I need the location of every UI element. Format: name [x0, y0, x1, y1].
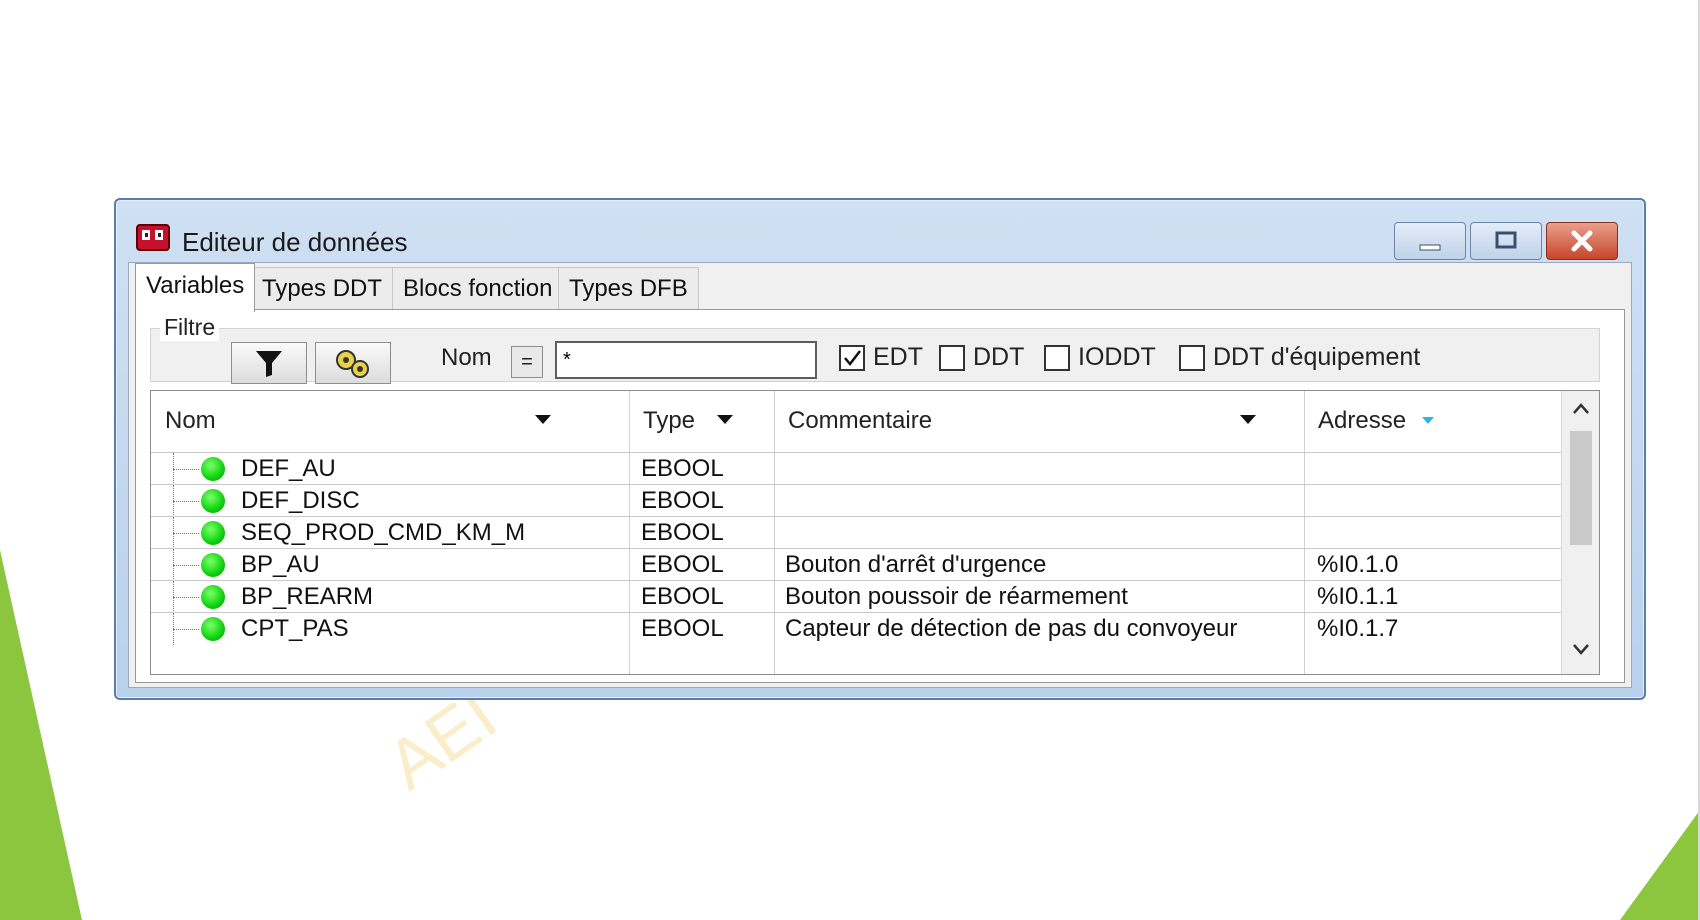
cell-type: EBOOL: [641, 583, 724, 610]
tree-connector: [173, 501, 199, 502]
tree-connector: [173, 533, 199, 534]
checkbox-ioddt-box[interactable]: [1044, 345, 1070, 371]
cell-type: EBOOL: [641, 455, 724, 482]
chevron-up-icon[interactable]: [1571, 401, 1591, 417]
checkbox-edt-box[interactable]: [839, 345, 865, 371]
cell-type: EBOOL: [641, 519, 724, 546]
column-header-type[interactable]: Type: [629, 391, 774, 451]
sort-arrow-icon[interactable]: [533, 409, 553, 429]
column-header-commentaire[interactable]: Commentaire: [774, 391, 1304, 451]
window-title: Editeur de données: [182, 227, 408, 257]
chevron-down-icon[interactable]: [1571, 641, 1591, 657]
checkbox-ddt-box[interactable]: [939, 345, 965, 371]
cell-nom: DEF_DISC: [241, 487, 360, 514]
status-dot-icon: [201, 617, 225, 641]
checkbox-ddt-equipement-box[interactable]: [1179, 345, 1205, 371]
cell-type: EBOOL: [641, 487, 724, 514]
tree-connector: [173, 469, 199, 470]
tab-types-ddt[interactable]: Types DDT: [251, 267, 394, 310]
gears-icon: [336, 350, 369, 378]
checkbox-ioddt-label: IODDT: [1078, 343, 1156, 371]
sort-arrow-active-icon[interactable]: [1418, 409, 1438, 429]
variables-table: Nom Type Commentaire Adresse DEF_AU EBOO…: [150, 390, 1600, 675]
table-row[interactable]: BP_REARM EBOOL Bouton poussoir de réarme…: [151, 580, 1561, 613]
column-header-type-label: Type: [643, 407, 696, 434]
vertical-scrollbar[interactable]: [1561, 391, 1599, 674]
cell-adresse: %I0.1.7: [1317, 615, 1399, 642]
cell-adresse: %I0.1.1: [1317, 583, 1399, 610]
app-icon: [136, 224, 170, 251]
status-dot-icon: [201, 585, 225, 609]
variables-panel: Filtre Nom = * EDT DDT IODDT DDT d'équip…: [135, 309, 1625, 683]
cell-commentaire: Bouton d'arrêt d'urgence: [785, 551, 1047, 578]
data-editor-window: Editeur de données Variables Types DDT B…: [114, 198, 1646, 700]
close-button[interactable]: [1546, 222, 1618, 260]
nom-filter-input[interactable]: [555, 341, 817, 379]
cell-nom: SEQ_PROD_CMD_KM_M: [241, 519, 526, 546]
checkbox-ddt-label: DDT: [973, 343, 1025, 371]
apply-filter-button[interactable]: [231, 342, 307, 384]
status-dot-icon: [201, 457, 225, 481]
filter-icon: [256, 351, 282, 377]
status-dot-icon: [201, 489, 225, 513]
cell-nom: BP_REARM: [241, 583, 374, 610]
cell-adresse: %I0.1.0: [1317, 551, 1399, 578]
table-row[interactable]: DEF_DISC EBOOL: [151, 484, 1561, 517]
nom-filter-label: Nom: [441, 344, 492, 371]
tab-types-dfb[interactable]: Types DFB: [558, 267, 699, 310]
checkbox-edt-label: EDT: [873, 343, 923, 371]
tree-connector: [173, 597, 199, 598]
maximize-icon: [1495, 231, 1517, 249]
cell-nom: BP_AU: [241, 551, 320, 578]
column-header-adresse[interactable]: Adresse: [1304, 391, 1561, 451]
status-dot-icon: [201, 521, 225, 545]
table-row[interactable]: DEF_AU EBOOL: [151, 452, 1561, 485]
cell-nom: CPT_PAS: [241, 615, 349, 642]
tab-blocs-fonction[interactable]: Blocs fonction: [392, 267, 564, 310]
cell-type: EBOOL: [641, 551, 724, 578]
operator-button[interactable]: =: [511, 346, 543, 378]
minimize-icon: [1419, 244, 1441, 251]
tree-connector: [173, 565, 199, 566]
sort-arrow-icon[interactable]: [1238, 409, 1258, 429]
sort-arrow-icon[interactable]: [715, 409, 735, 429]
column-header-adresse-label: Adresse: [1318, 407, 1407, 434]
column-header-nom-label: Nom: [165, 407, 216, 434]
close-icon: [1571, 230, 1593, 252]
minimize-button[interactable]: [1394, 222, 1466, 260]
filter-group-label: Filtre: [160, 314, 220, 341]
cell-nom: DEF_AU: [241, 455, 336, 482]
status-dot-icon: [201, 553, 225, 577]
maximize-button[interactable]: [1470, 222, 1542, 260]
checkmark-icon: [844, 350, 861, 366]
advanced-filter-button[interactable]: [315, 342, 391, 384]
table-row[interactable]: CPT_PAS EBOOL Capteur de détection de pa…: [151, 612, 1561, 645]
tab-variables[interactable]: Variables: [135, 263, 256, 312]
tree-connector: [173, 629, 199, 630]
cell-commentaire: Capteur de détection de pas du convoyeur: [785, 615, 1238, 642]
table-row[interactable]: SEQ_PROD_CMD_KM_M EBOOL: [151, 516, 1561, 549]
cell-commentaire: Bouton poussoir de réarmement: [785, 583, 1128, 610]
table-row[interactable]: BP_AU EBOOL Bouton d'arrêt d'urgence %I0…: [151, 548, 1561, 581]
green-decoration-left: [0, 550, 82, 920]
scrollbar-thumb[interactable]: [1570, 431, 1592, 545]
title-bar[interactable]: Editeur de données: [116, 200, 1644, 260]
column-header-commentaire-label: Commentaire: [788, 407, 933, 434]
filter-group: Nom = EDT DDT IODDT: [150, 328, 1600, 384]
cell-type: EBOOL: [641, 615, 724, 642]
column-header-nom[interactable]: Nom: [151, 391, 629, 451]
checkbox-ddt-equipement-label: DDT d'équipement: [1213, 343, 1421, 371]
window-client-area: Variables Types DDT Blocs fonction Types…: [128, 262, 1632, 688]
